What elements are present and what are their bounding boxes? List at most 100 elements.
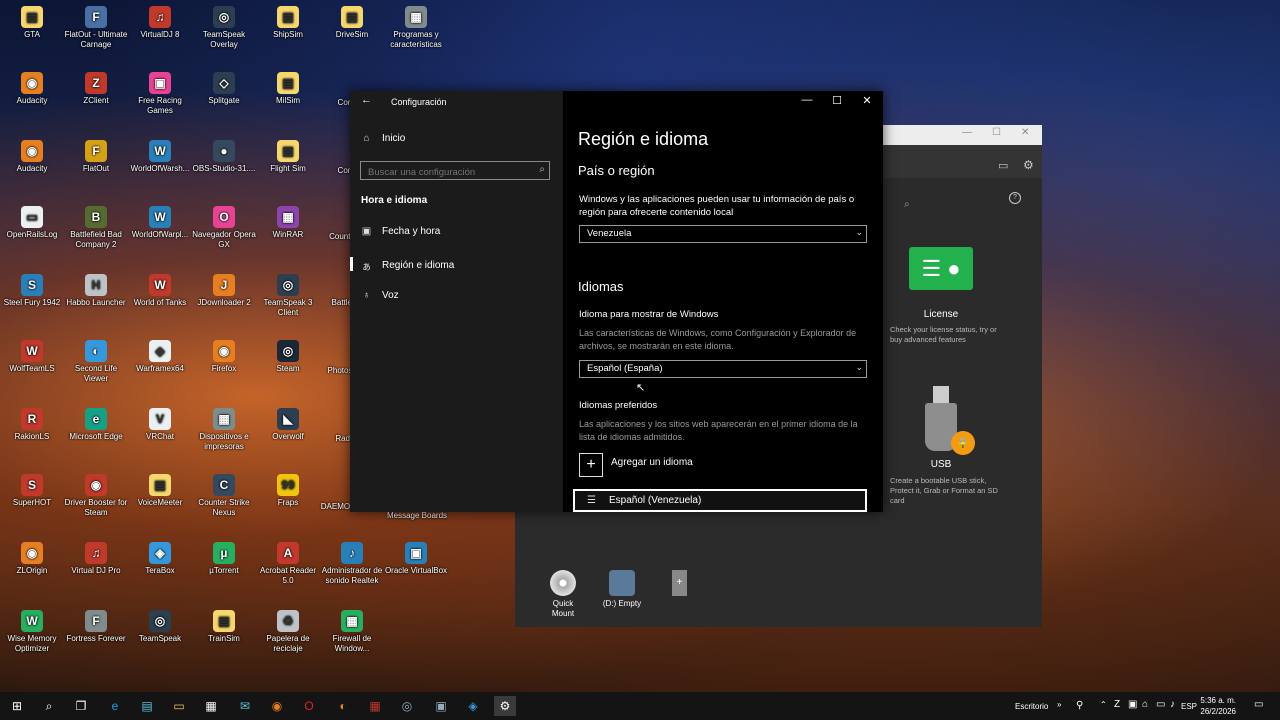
language-indicator[interactable]: ESP (1181, 702, 1197, 711)
desktop-icon[interactable]: H Habbo Launcher (64, 274, 128, 308)
add-device-button[interactable]: + (672, 570, 687, 596)
desktop-icon[interactable]: F FlatOut - Ultimate Carnage (64, 6, 128, 50)
close-icon[interactable]: ✕ (1021, 127, 1029, 138)
people-icon[interactable]: ⚲ (1076, 700, 1083, 711)
desktop-icon[interactable]: ◉ Audacity (0, 72, 64, 106)
task-view-icon[interactable]: ❐ (70, 696, 92, 716)
desktop-icon[interactable]: ◣ Overwolf (256, 408, 320, 442)
desktop-icon[interactable]: F Fortress Forever (64, 610, 128, 644)
desktop-icon[interactable]: e Microsoft Edge (64, 408, 128, 442)
file-explorer-icon[interactable]: ▭ (168, 696, 190, 716)
desktop-icon[interactable]: R RakionLS (0, 408, 64, 442)
edge-icon[interactable]: e (104, 696, 126, 716)
desktop-icon[interactable]: S Steel Fury 1942 (0, 274, 64, 308)
license-icon[interactable]: ☰ ● (909, 247, 973, 290)
desktop-icon[interactable]: ▤ VoiceMeeter (128, 474, 192, 508)
country-dropdown[interactable]: Venezuela ⌄ (579, 225, 867, 243)
monitor-icon[interactable]: ▭ (998, 159, 1008, 172)
tray-app-icon[interactable]: ▣ (1128, 699, 1137, 710)
desktop-icon[interactable]: ◎ TeamSpeak 3 Client (256, 274, 320, 318)
desktop-icon[interactable]: S SuperHOT (0, 474, 64, 508)
display-language-dropdown[interactable]: Español (España) ⌄ (579, 360, 867, 378)
desktop-icon[interactable]: ▣ Free Racing Games (128, 72, 192, 116)
maximize-icon[interactable]: ☐ (992, 127, 1001, 138)
clock[interactable]: 5:36 a. m. 26/2/2026 (1200, 695, 1236, 717)
desktop-icon[interactable]: ▦ Firewall de Window... (320, 610, 384, 654)
quick-mount-button[interactable]: Quick Mount (545, 570, 581, 619)
desktop-icon[interactable]: ▤ TrainSim (192, 610, 256, 644)
desktop-icon[interactable]: ♫ VirtualDJ 8 (128, 6, 192, 40)
search-icon[interactable]: ⌕ (38, 696, 60, 716)
desktop-icon[interactable]: O Navegador Opera GX (192, 206, 256, 250)
nav-item-region-language[interactable]: ぁ Región e idioma (361, 258, 455, 273)
license-title[interactable]: License (909, 309, 973, 320)
partial-desktop-label[interactable]: Message Boards (384, 511, 450, 521)
tray-app-icon[interactable]: ⌂ (1142, 699, 1148, 710)
notification-icon[interactable]: ▭ (1254, 699, 1263, 710)
desktop-icon[interactable]: ▤ ShipSim (256, 6, 320, 40)
desktop-icon[interactable]: ◎ Steam (256, 340, 320, 374)
desktop-icon[interactable]: W WolfTeamLS (0, 340, 64, 374)
usb-title[interactable]: USB (909, 459, 973, 470)
desktop-icon[interactable]: ● OBS-Studio-31.... (192, 140, 256, 174)
desktop-icon[interactable]: ♫ Virtual DJ Pro (64, 542, 128, 576)
desktop-icon[interactable]: W Wise Memory Optimizer (0, 610, 64, 654)
desktop-icon[interactable]: ◎ TeamSpeak Overlay (192, 6, 256, 50)
desktop-icon[interactable]: ♻ Papelera de reciclaje (256, 610, 320, 654)
desktop-icon[interactable]: Z ZClient (64, 72, 128, 106)
desktop-icon[interactable]: B Battlefield Bad Company 2 (64, 206, 128, 250)
language-list-item[interactable]: ☰ Español (Venezuela) (573, 489, 867, 512)
desktop-icon[interactable]: ▤ MilSim (256, 72, 320, 106)
desktop-icon[interactable]: ◐ Second Life Viewer (64, 340, 128, 384)
app-icon[interactable]: ▣ (430, 696, 452, 716)
desktop-icon[interactable]: ◇ Splitgate (192, 72, 256, 106)
desktop-icon[interactable]: W World of Tanks (128, 274, 192, 308)
desktop-icon[interactable]: ◈ TeraBox (128, 542, 192, 576)
mail-icon[interactable]: ✉ (234, 696, 256, 716)
desktop-icon[interactable]: ▭ OpenRailsLog (0, 206, 64, 240)
app-icon[interactable]: ◈ (462, 696, 484, 716)
desktop-icon[interactable]: ▤ GTA (0, 6, 64, 40)
desktop-icon[interactable]: ◉ ZLOrigin (0, 542, 64, 576)
chevron-right-icon[interactable]: » (1057, 700, 1061, 709)
desktop-icon[interactable]: A Acrobat Reader 5.0 (256, 542, 320, 586)
desktop-icon[interactable]: ◆ Warframex64 (128, 340, 192, 374)
desktop-icon[interactable]: J JDownloader 2 (192, 274, 256, 308)
desktop-icon[interactable]: ▣ Oracle VirtualBox (384, 542, 448, 576)
gear-icon[interactable]: ⚙ (1023, 158, 1034, 172)
desktop-icon[interactable]: ◉ Driver Booster for Steam (64, 474, 128, 518)
desktop-icon[interactable]: ▤ DriveSim (320, 6, 384, 40)
desktop-icon[interactable]: ▦ WinRAR (256, 206, 320, 240)
desktop-icon[interactable]: W WorldOfWarpl... (128, 206, 192, 240)
search-input[interactable] (361, 165, 535, 180)
app-icon[interactable]: ◐ (332, 696, 354, 716)
network-icon[interactable]: ▭ (1156, 699, 1165, 710)
desktop-toolbar-label[interactable]: Escritorio (1015, 702, 1048, 711)
desktop-icon[interactable]: ♪ Administrador de sonido Realtek (320, 542, 384, 586)
add-language-button[interactable]: + Agregar un idioma (579, 453, 693, 477)
tray-app-icon[interactable]: Z (1114, 699, 1120, 710)
chevron-up-icon[interactable]: ⌃ (1100, 700, 1107, 709)
desktop-icon[interactable]: C Counter Strike Nexus (192, 474, 256, 518)
desktop-icon[interactable]: ◎ TeamSpeak (128, 610, 192, 644)
search-icon[interactable]: ⌕ (904, 199, 910, 210)
desktop-icon[interactable]: ◉ Audacity (0, 140, 64, 174)
help-icon[interactable]: ? (1009, 192, 1021, 204)
desktop-icon[interactable]: ◉ Firefox (192, 340, 256, 374)
desktop-icon[interactable]: µ µTorrent (192, 542, 256, 576)
desktop-icon[interactable]: F FlatOut (64, 140, 128, 174)
store-icon[interactable]: ▤ (136, 696, 158, 716)
settings-gear-icon[interactable]: ⚙ (494, 696, 516, 716)
nav-home[interactable]: ⌂ Inicio (361, 133, 405, 144)
nav-item-date-time[interactable]: ▣ Fecha y hora (361, 226, 441, 237)
windows-start-icon[interactable]: ⊞ (6, 696, 28, 716)
desktop-icon[interactable]: V VRChat (128, 408, 192, 442)
back-arrow-icon[interactable]: ← (361, 94, 372, 106)
settings-search-box[interactable]: ⌕ (360, 161, 550, 180)
drive-d-button[interactable]: (D:) Empty (602, 570, 642, 609)
volume-icon[interactable]: ♪ (1170, 699, 1175, 710)
microsoft-store-icon[interactable]: ▦ (200, 696, 222, 716)
winrar-icon[interactable]: ▦ (364, 696, 386, 716)
desktop-icon[interactable]: ▦ Programas y características (384, 6, 448, 50)
desktop-icon[interactable]: ▤ Flight Sim (256, 140, 320, 174)
